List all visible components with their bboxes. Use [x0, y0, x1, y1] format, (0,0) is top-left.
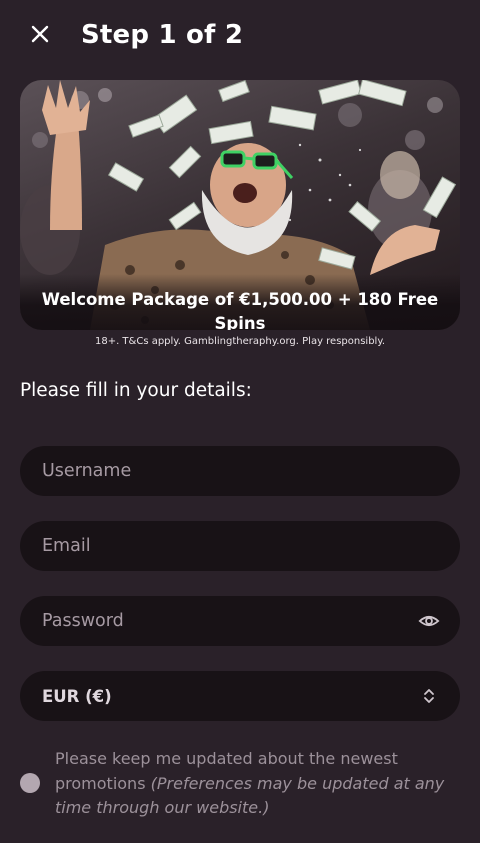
currency-select[interactable]: EUR (€) — [20, 671, 460, 721]
eye-icon[interactable] — [418, 610, 440, 632]
password-placeholder: Password — [42, 611, 124, 631]
banner-caption: Welcome Package of €1,500.00 + 180 Free … — [41, 290, 439, 330]
registration-page: Step 1 of 2 Welcome Package of €1,500.00… — [0, 0, 480, 843]
email-placeholder: Email — [42, 536, 91, 556]
promotions-consent-text: Please keep me updated about the newest … — [55, 747, 465, 821]
promotions-radio[interactable] — [20, 773, 40, 793]
header: Step 1 of 2 — [0, 0, 480, 72]
email-input[interactable]: Email — [20, 521, 460, 571]
password-input[interactable]: Password — [20, 596, 460, 646]
form-heading: Please fill in your details: — [20, 380, 252, 401]
username-placeholder: Username — [42, 461, 132, 481]
close-button[interactable] — [24, 18, 56, 50]
responsible-gambling-disclaimer: 18+. T&Cs apply. Gamblingtheraphy.org. P… — [94, 336, 386, 347]
close-icon — [31, 25, 49, 43]
chevron-up-down-icon — [424, 689, 434, 703]
username-input[interactable]: Username — [20, 446, 460, 496]
step-title: Step 1 of 2 — [81, 20, 244, 50]
currency-value: EUR (€) — [42, 686, 112, 706]
promo-banner[interactable]: Welcome Package of €1,500.00 + 180 Free … — [20, 80, 460, 330]
